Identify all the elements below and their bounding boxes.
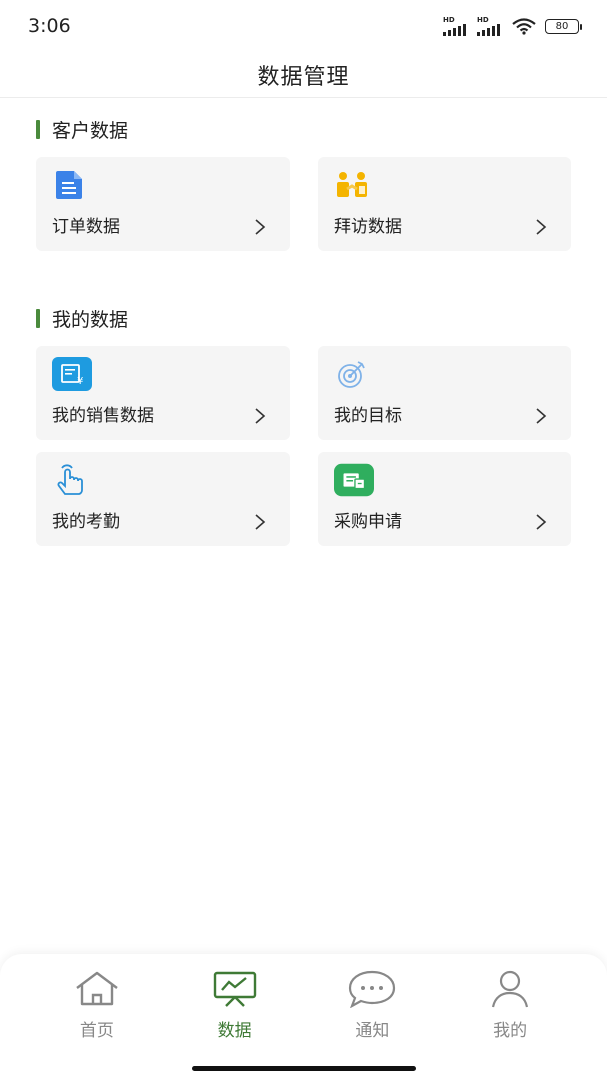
- wifi-icon: [512, 18, 536, 35]
- chevron-right-icon: [255, 408, 266, 424]
- target-icon: [334, 356, 374, 392]
- tab-data[interactable]: 数据: [185, 968, 285, 1041]
- card-purchase-request[interactable]: 采购申请: [318, 452, 571, 546]
- home-indicator: [192, 1066, 416, 1071]
- card-visit-data[interactable]: 拜访数据: [318, 157, 571, 251]
- card-label: 我的销售数据: [52, 406, 154, 426]
- chevron-right-icon: [255, 219, 266, 235]
- card-grid: ¥ 我的销售数据 我的目标 我的考勤 采购申请: [36, 346, 571, 546]
- chevron-right-icon: [536, 514, 547, 530]
- tab-label: 首页: [79, 1021, 114, 1041]
- tab-label: 数据: [217, 1021, 252, 1041]
- sales-receipt-icon: ¥: [52, 356, 92, 392]
- chevron-right-icon: [255, 514, 266, 530]
- card-label: 我的考勤: [52, 512, 120, 532]
- card-order-data[interactable]: 订单数据: [36, 157, 290, 251]
- card-grid: 订单数据 拜访数据: [36, 157, 571, 251]
- battery-level: 80: [555, 20, 569, 32]
- signal-icon: HD: [443, 15, 469, 36]
- status-bar: 3:06 HD HD 80: [0, 0, 607, 52]
- status-icons: HD HD 80: [443, 15, 582, 36]
- card-my-goal[interactable]: 我的目标: [318, 346, 571, 440]
- svg-text:¥: ¥: [77, 376, 83, 387]
- data-board-icon: [211, 968, 259, 1010]
- status-time: 3:06: [28, 15, 71, 37]
- tab-home[interactable]: 首页: [47, 968, 147, 1041]
- home-icon: [73, 968, 121, 1010]
- signal-icon-2: HD: [477, 15, 503, 36]
- purchase-form-icon: [334, 462, 374, 498]
- battery-icon: 80: [545, 18, 582, 34]
- card-my-sales-data[interactable]: ¥ 我的销售数据: [36, 346, 290, 440]
- chat-bubble-icon: [348, 968, 396, 1010]
- tab-label: 通知: [355, 1021, 390, 1041]
- section-my-data: 我的数据 ¥ 我的销售数据 我的目标 我的考勤 采购申请: [0, 303, 607, 546]
- document-icon: [52, 167, 92, 203]
- section-customer-data: 客户数据 订单数据 拜访数据: [0, 114, 607, 251]
- tab-mine[interactable]: 我的: [460, 968, 560, 1041]
- hd-label: HD: [443, 15, 455, 24]
- card-label: 拜访数据: [334, 217, 402, 237]
- section-accent-bar: [36, 308, 40, 328]
- tab-notice[interactable]: 通知: [322, 968, 422, 1041]
- section-title: 我的数据: [52, 308, 129, 331]
- section-accent-bar: [36, 119, 40, 139]
- section-title-row: 客户数据: [36, 114, 571, 144]
- hd-label-2: HD: [477, 15, 489, 24]
- tab-list: 首页 数据 通知 我的: [0, 954, 607, 1041]
- bottom-tab-bar: 首页 数据 通知 我的: [0, 954, 607, 1080]
- handshake-icon: [334, 167, 374, 203]
- card-label: 订单数据: [52, 217, 120, 237]
- tab-label: 我的: [493, 1021, 528, 1041]
- card-label: 我的目标: [334, 406, 402, 426]
- user-icon: [486, 968, 534, 1010]
- section-title-row: 我的数据: [36, 303, 571, 333]
- page-title: 数据管理: [257, 64, 350, 90]
- section-title: 客户数据: [52, 119, 129, 142]
- chevron-right-icon: [536, 408, 547, 424]
- page-header: 数据管理: [0, 52, 607, 98]
- card-label: 采购申请: [334, 512, 402, 532]
- touch-hand-icon: [52, 462, 92, 498]
- card-my-attendance[interactable]: 我的考勤: [36, 452, 290, 546]
- chevron-right-icon: [536, 219, 547, 235]
